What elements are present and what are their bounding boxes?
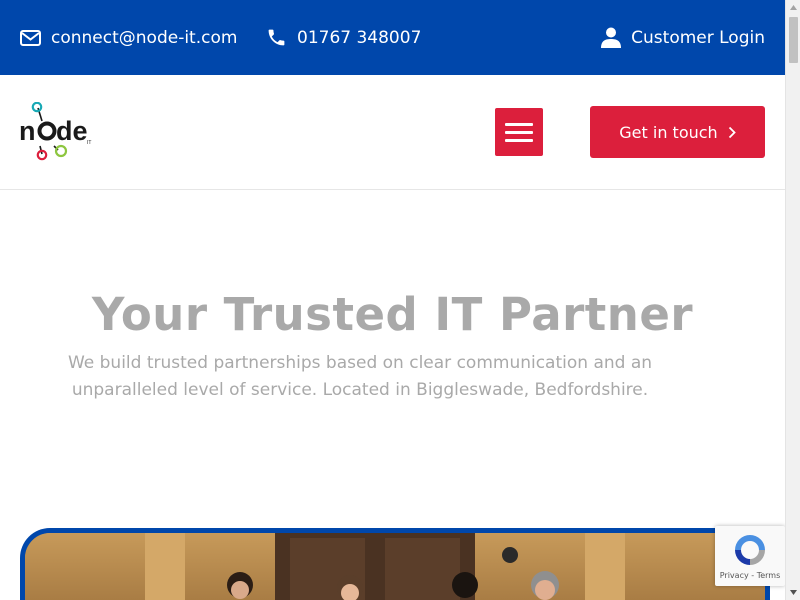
phone-text: 01767 348007 — [297, 27, 422, 48]
team-photo-image — [25, 533, 765, 600]
scroll-down-arrow-icon[interactable] — [786, 585, 800, 600]
hamburger-menu-icon — [505, 122, 533, 126]
phone-icon — [268, 29, 285, 46]
email-link[interactable]: connect@node-it.com — [20, 0, 237, 75]
envelope-icon — [20, 29, 41, 46]
site-header: n de IT Get in touch — [0, 75, 785, 190]
hero-subtitle: We build trusted partnerships based on c… — [60, 350, 660, 404]
logo-graphic: n de IT — [19, 101, 91, 161]
hero-subtitle-line-1: We build trusted partnerships based on c… — [67, 353, 653, 373]
team-photo — [20, 528, 770, 600]
hero-title: Your Trusted IT Partner — [91, 288, 694, 341]
scrollbar-thumb[interactable] — [789, 17, 798, 63]
svg-text:n: n — [19, 116, 36, 146]
page-scrollbar[interactable] — [785, 0, 800, 600]
phone-link[interactable]: 01767 348007 — [266, 0, 421, 75]
svg-text:de: de — [56, 116, 88, 146]
node-it-logo[interactable]: n de IT — [18, 101, 96, 162]
svg-text:IT: IT — [87, 140, 91, 146]
terms-link[interactable]: Terms — [757, 571, 781, 580]
hero-subtitle-line-2: unparalleled level of service. Located i… — [71, 380, 649, 400]
email-text: connect@node-it.com — [51, 27, 238, 48]
recaptcha-links: Privacy - Terms — [715, 571, 785, 580]
privacy-link[interactable]: Privacy — [720, 571, 749, 580]
customer-login-link[interactable]: Customer Login — [601, 0, 765, 75]
login-text: Customer Login — [631, 27, 765, 48]
cta-label: Get in touch — [619, 122, 718, 142]
top-contact-bar: connect@node-it.com 01767 348007 Custome… — [0, 0, 785, 75]
recaptcha-separator: - — [748, 571, 757, 580]
scroll-up-arrow-icon[interactable] — [786, 0, 800, 15]
chevron-right-icon — [728, 126, 736, 138]
get-in-touch-button[interactable]: Get in touch — [590, 106, 765, 158]
user-icon — [601, 27, 622, 48]
recaptcha-icon — [732, 532, 768, 568]
recaptcha-badge[interactable]: Privacy - Terms — [715, 526, 785, 586]
menu-button[interactable] — [495, 108, 543, 156]
